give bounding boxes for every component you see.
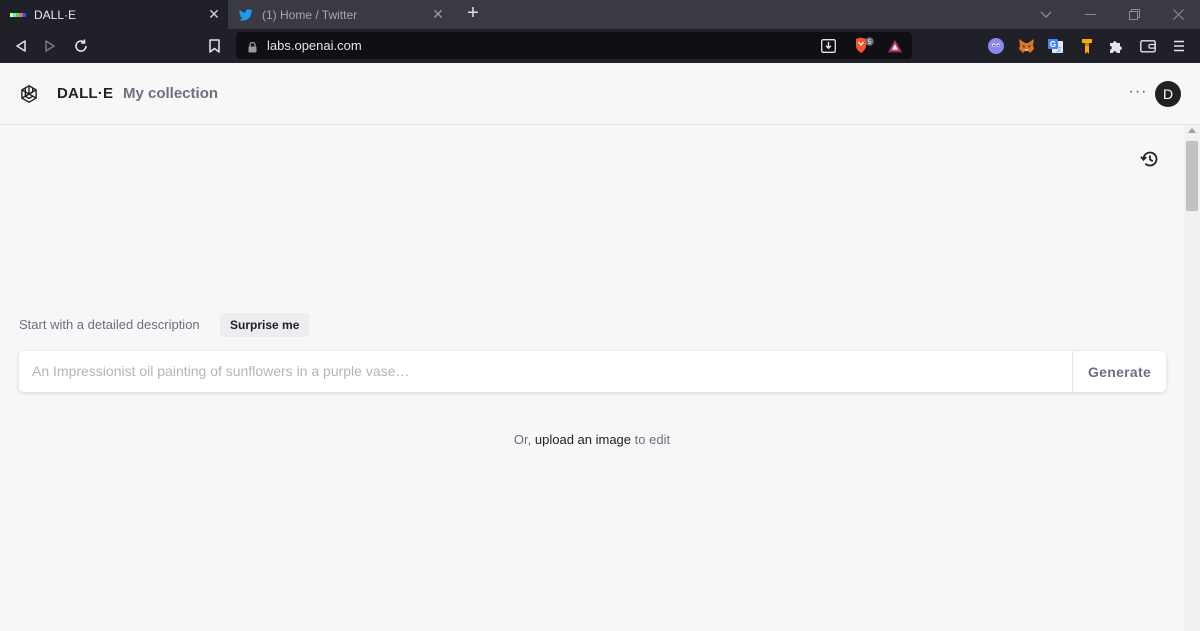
browser-toolbar: labs.openai.com 5 G文 bbox=[0, 29, 1200, 63]
window-controls bbox=[1024, 0, 1200, 29]
nav-my-collection[interactable]: My collection bbox=[123, 85, 218, 102]
brave-shield-icon[interactable]: 5 bbox=[853, 36, 877, 56]
extension-avatar-icon[interactable] bbox=[987, 37, 1005, 55]
prompt-input[interactable]: An Impressionist oil painting of sunflow… bbox=[32, 363, 409, 379]
dalle-page: DALL·E My collection ··· D Start with a … bbox=[0, 63, 1200, 631]
tab-search-chevron-icon[interactable] bbox=[1024, 0, 1068, 29]
minimize-icon[interactable] bbox=[1068, 0, 1112, 29]
bookmark-extension-icon[interactable] bbox=[1078, 37, 1096, 55]
tab-title: (1) Home / Twitter bbox=[262, 7, 358, 22]
wallet-icon[interactable] bbox=[1139, 37, 1157, 55]
history-icon[interactable] bbox=[1139, 149, 1159, 169]
openai-logo-icon[interactable] bbox=[18, 83, 40, 105]
back-icon[interactable] bbox=[9, 34, 33, 58]
svg-text:文: 文 bbox=[1055, 46, 1061, 54]
site-header: DALL·E My collection ··· D bbox=[0, 63, 1200, 125]
scrollbar-thumb[interactable] bbox=[1186, 141, 1198, 211]
menu-icon[interactable] bbox=[1170, 37, 1188, 55]
tab-twitter[interactable]: (1) Home / Twitter ✕ bbox=[228, 0, 452, 29]
restore-icon[interactable] bbox=[1112, 0, 1156, 29]
more-options-icon[interactable]: ··· bbox=[1128, 84, 1148, 105]
browser-tab-bar: DALL·E ✕ (1) Home / Twitter ✕ + bbox=[0, 0, 1200, 29]
prompt-box: An Impressionist oil painting of sunflow… bbox=[19, 351, 1166, 392]
dalle-favicon-icon bbox=[10, 9, 26, 21]
tab-dalle[interactable]: DALL·E ✕ bbox=[0, 0, 228, 29]
brand-title[interactable]: DALL·E bbox=[57, 85, 113, 102]
surprise-me-button[interactable]: Surprise me bbox=[220, 313, 310, 337]
scroll-up-arrow-icon[interactable] bbox=[1188, 128, 1196, 133]
reload-icon[interactable] bbox=[69, 34, 93, 58]
address-bar[interactable]: labs.openai.com 5 bbox=[236, 32, 912, 59]
new-tab-button[interactable]: + bbox=[462, 3, 484, 25]
google-translate-icon[interactable]: G文 bbox=[1046, 37, 1064, 55]
lock-icon[interactable] bbox=[248, 40, 257, 58]
prompt-label: Start with a detailed description bbox=[19, 317, 200, 332]
twitter-icon bbox=[238, 8, 254, 21]
puzzle-icon[interactable] bbox=[1107, 37, 1125, 55]
forward-icon[interactable] bbox=[38, 34, 62, 58]
brave-rewards-icon[interactable] bbox=[885, 36, 905, 56]
scrollbar[interactable] bbox=[1184, 125, 1200, 631]
metamask-icon[interactable] bbox=[1017, 37, 1035, 55]
upload-image-link[interactable]: upload an image bbox=[535, 432, 631, 447]
close-tab-icon[interactable]: ✕ bbox=[427, 6, 449, 23]
install-app-icon[interactable] bbox=[818, 36, 838, 56]
bookmark-icon[interactable] bbox=[202, 34, 226, 58]
generate-button[interactable]: Generate bbox=[1073, 351, 1166, 392]
user-avatar[interactable]: D bbox=[1155, 81, 1181, 107]
tab-title: DALL·E bbox=[34, 7, 77, 22]
upload-prefix: Or, bbox=[513, 432, 532, 447]
close-tab-icon[interactable]: ✕ bbox=[203, 6, 225, 23]
upload-line: Or, upload an image to edit bbox=[0, 432, 1184, 447]
upload-suffix: to edit bbox=[634, 432, 671, 447]
svg-text:5: 5 bbox=[868, 39, 872, 46]
close-window-icon[interactable] bbox=[1156, 0, 1200, 29]
url-text: labs.openai.com bbox=[267, 38, 362, 53]
